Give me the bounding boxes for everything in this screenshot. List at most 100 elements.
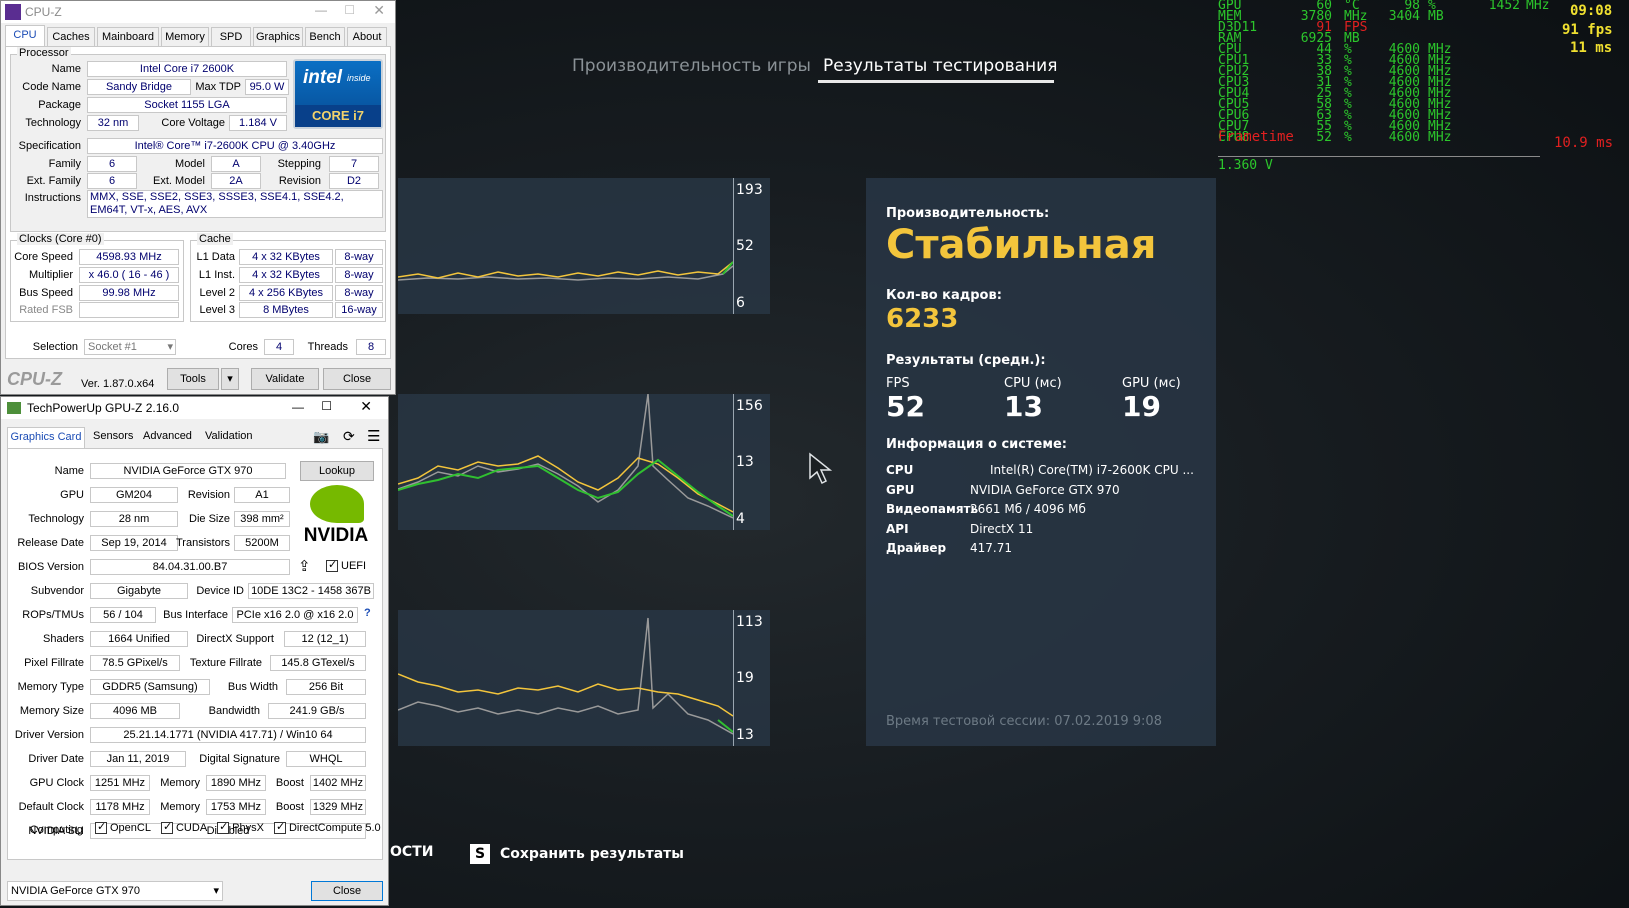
partial-action-label[interactable]: ОСТИ — [390, 844, 433, 860]
osd-clock: 09:08 — [1570, 3, 1613, 19]
results-panel: Производительность: Стабильная Кол-во ка… — [866, 178, 1216, 746]
threads-value: 8 — [356, 339, 386, 355]
tab-bench[interactable]: Bench — [305, 27, 345, 46]
osd-voltage: 1.360 V — [1218, 158, 1273, 173]
tab-caches[interactable]: Caches — [47, 27, 95, 46]
shaders-label: Shaders — [43, 633, 84, 645]
gpuz-titlebar: TechPowerUp GPU-Z 2.16.0 — ☐ ✕ — [1, 397, 388, 419]
extfamily-label: Ext. Family — [26, 175, 81, 187]
codename-label: Code Name — [22, 81, 81, 93]
cpuz-app-icon — [5, 4, 21, 20]
close-icon[interactable]: ✕ — [373, 2, 385, 19]
cache-label: Level 3 — [199, 304, 235, 316]
package-label: Package — [38, 99, 81, 111]
memoryclock-label: Memory — [160, 777, 200, 789]
directx-value: 12 (12_1) — [284, 631, 366, 647]
buswidth-label: Bus Width — [227, 681, 278, 693]
memorysize-value: 4096 MB — [90, 703, 180, 719]
help-icon[interactable]: ? — [364, 607, 371, 619]
menu-icon[interactable]: ☰ — [367, 427, 380, 445]
lookup-button[interactable]: Lookup — [300, 461, 374, 481]
gpuz-app-icon — [7, 402, 21, 414]
directcompute-checkbox: DirectCompute 5.0 — [273, 820, 381, 835]
bandwidth-label: Bandwidth — [208, 705, 260, 717]
revision-value: D2 — [329, 173, 379, 189]
selection-label: Selection — [32, 341, 78, 353]
maximize-icon[interactable]: ☐ — [344, 3, 355, 17]
fps-graph-plot — [398, 261, 733, 281]
tab-validation[interactable]: Validation — [205, 430, 253, 442]
tab-memory[interactable]: Memory — [161, 27, 209, 46]
clocks-legend: Clocks (Core #0) — [17, 233, 104, 245]
share-icon[interactable]: ⇪ — [298, 557, 311, 575]
close-button[interactable]: Close — [323, 368, 391, 390]
tab-graphics[interactable]: Graphics — [253, 27, 303, 46]
gpu-name-value: NVIDIA GeForce GTX 970 — [90, 463, 286, 479]
tab-mainboard[interactable]: Mainboard — [97, 27, 159, 46]
bios-value: 84.04.31.00.B7 — [90, 559, 290, 575]
corevoltage-value: 1.184 V — [229, 115, 287, 131]
graph-min-label: 13 — [736, 727, 754, 743]
chevron-down-icon: ▾ — [213, 885, 219, 897]
intel-core-i7-logo: intel inside CORE i7 — [293, 59, 383, 129]
processor-group: Processor Name Intel Core i7 2600K Code … — [10, 47, 386, 232]
tab-test-results[interactable]: Результаты тестирования — [823, 56, 1057, 76]
extmodel-value: 2A — [211, 173, 261, 189]
tools-button[interactable]: Tools — [167, 368, 219, 390]
releasedate-label: Release Date — [17, 537, 84, 549]
cache-assoc: 8-way — [335, 249, 383, 265]
minimize-icon[interactable]: — — [315, 3, 327, 17]
close-icon[interactable]: ✕ — [360, 398, 372, 415]
camera-icon[interactable]: 📷 — [313, 429, 329, 445]
refresh-icon[interactable]: ⟳ — [343, 428, 355, 445]
osd-unit: MHz — [1526, 0, 1550, 13]
spec-value: Intel® Core™ i7-2600K CPU @ 3.40GHz — [87, 138, 383, 154]
instructions-label: Instructions — [24, 192, 81, 204]
tab-advanced[interactable]: Advanced — [143, 430, 192, 442]
ratedfsb-label: Rated FSB — [19, 304, 73, 316]
gpu-label: GPU — [60, 489, 84, 501]
sys-key: Видеопамять — [886, 502, 979, 516]
save-results-button[interactable]: S Сохранить результаты — [470, 844, 684, 864]
directx-label: DirectX Support — [196, 633, 274, 645]
bios-label: BIOS Version — [17, 561, 84, 573]
tools-dropdown-icon[interactable]: ▾ — [221, 368, 239, 390]
boost-value: 1402 MHz — [310, 775, 366, 791]
cores-label: Cores — [228, 341, 258, 353]
cache-size: 4 x 256 KBytes — [239, 285, 333, 301]
stepping-label: Stepping — [277, 158, 321, 170]
tab-cpu[interactable]: CPU — [5, 25, 45, 46]
gpu-value: GM204 — [90, 487, 178, 503]
releasedate-value: Sep 19, 2014 — [90, 535, 178, 551]
defaultclock-label: Default Clock — [18, 801, 84, 813]
spec-label: Specification — [18, 140, 81, 152]
revision-label: Revision — [278, 175, 321, 187]
corevoltage-label: Core Voltage — [161, 117, 225, 129]
physx-checkbox: PhysX — [217, 820, 264, 835]
gpuz-close-button[interactable]: Close — [311, 881, 383, 901]
card-select[interactable]: NVIDIA GeForce GTX 970 ▾ — [7, 881, 223, 901]
cpuz-titlebar: CPU-Z — ☐ ✕ — [1, 1, 395, 23]
minimize-icon[interactable]: — — [292, 400, 304, 414]
tab-about[interactable]: About — [347, 27, 387, 46]
socket-select[interactable]: Socket #1 ▾ — [84, 339, 176, 355]
bandwidth-value: 241.9 GB/s — [268, 703, 366, 719]
computing-checkboxes: OpenCL CUDA PhysX DirectCompute 5.0 — [95, 820, 381, 835]
maximize-icon[interactable]: ☐ — [321, 399, 332, 413]
sys-key: CPU — [886, 463, 914, 477]
tab-spd[interactable]: SPD — [211, 27, 251, 46]
cache-size: 4 x 32 KBytes — [239, 249, 333, 265]
performance-label: Производительность: — [886, 206, 1050, 221]
tab-game-performance[interactable]: Производительность игры — [572, 56, 811, 76]
osd-unit: % — [1344, 130, 1352, 145]
ratedfsb-value — [79, 302, 179, 318]
cache-label: Level 2 — [199, 287, 235, 299]
technology-label: Technology — [25, 117, 81, 129]
validate-button[interactable]: Validate — [251, 368, 319, 390]
tab-graphics-card[interactable]: Graphics Card — [7, 427, 85, 448]
osd-cpu-clock: 4600 — [1388, 130, 1420, 145]
corespeed-label: Core Speed — [14, 251, 73, 263]
cuda-checkbox: CUDA — [160, 820, 207, 835]
driverdate-value: Jan 11, 2019 — [90, 751, 186, 767]
tab-sensors[interactable]: Sensors — [93, 430, 133, 442]
